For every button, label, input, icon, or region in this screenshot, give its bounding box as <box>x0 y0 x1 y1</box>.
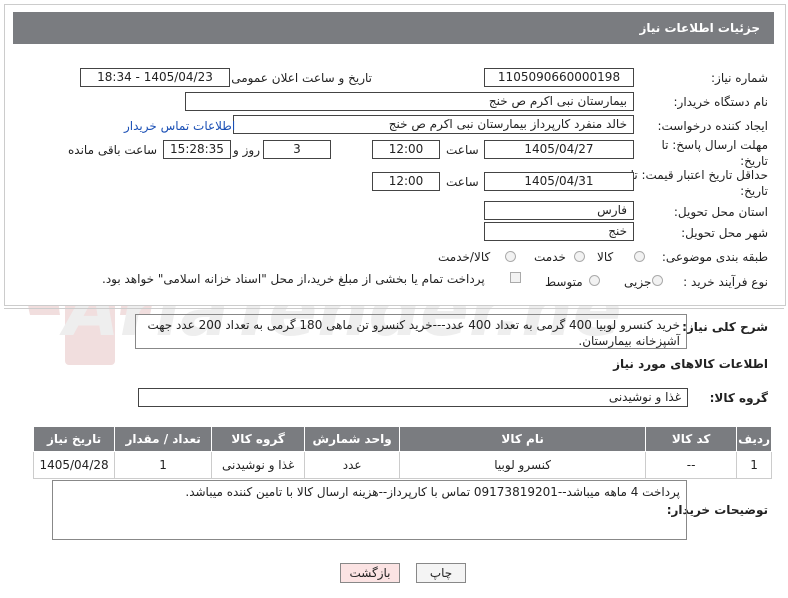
deadline-time-field: 12:00 <box>372 140 440 159</box>
col-item-code: کد کالا <box>645 426 738 452</box>
col-need-date: تاریخ نیاز <box>32 426 116 452</box>
description-label: شرح کلی نیاز: <box>682 320 768 334</box>
creator-field: خالد منفرد کارپرداز بیمارستان نبی اکرم ص… <box>233 115 634 134</box>
need-number-label: شماره نیاز: <box>711 71 768 85</box>
deadline-date-field: 1405/04/27 <box>484 140 634 159</box>
need-number-field: 1105090660000198 <box>484 68 634 87</box>
cell-need-date: 1405/04/28 <box>32 451 116 479</box>
buyer-org-label: نام دستگاه خریدار: <box>673 95 769 109</box>
table-row[interactable]: 1 -- کنسرو لوبیا عدد غذا و نوشیدنی 1 140… <box>32 451 772 479</box>
process-label: نوع فرآیند خرید : <box>683 275 768 289</box>
col-group: گروه کالا <box>211 426 306 452</box>
goods-section-title: اطلاعات کالاهای مورد نیاز <box>613 357 768 371</box>
buyer-org-field: بیمارستان نبی اکرم ص خنج <box>185 92 634 111</box>
category-radio-goods-service[interactable] <box>505 251 516 262</box>
category-option-goods-service: کالا/خدمت <box>438 250 491 264</box>
section-divider <box>4 308 784 309</box>
province-field: فارس <box>484 201 634 220</box>
city-field: خنج <box>484 222 634 241</box>
deadline-time-label: ساعت <box>446 143 479 157</box>
process-radio-medium[interactable] <box>589 275 600 286</box>
back-button[interactable]: بازگشت <box>340 563 400 583</box>
province-label: استان محل تحویل: <box>673 205 768 219</box>
table-header-row: ردیف کد کالا نام کالا واحد شمارش گروه کا… <box>32 426 772 452</box>
col-item-name: نام کالا <box>399 426 647 452</box>
price-validity-date-field: 1405/04/31 <box>484 172 634 191</box>
treasury-checkbox[interactable] <box>510 272 521 283</box>
description-textarea[interactable]: خرید کنسرو لوبیا 400 گرمی به تعداد 400 ع… <box>135 314 687 349</box>
print-button[interactable]: چاپ <box>416 563 466 583</box>
col-row-number: ردیف <box>736 426 772 452</box>
cell-unit: عدد <box>304 451 401 479</box>
contact-info-link[interactable]: اطلاعات تماس خریدار <box>124 119 235 133</box>
process-option-medium: متوسط <box>545 275 583 289</box>
remaining-time-field: 15:28:35 <box>163 140 231 159</box>
category-label: طبقه بندی موضوعی: <box>661 250 768 264</box>
cell-row-number: 1 <box>736 451 772 479</box>
buyer-notes-textarea[interactable]: پرداخت 4 ماهه میباشد--09173819201 تماس ب… <box>52 480 687 540</box>
remaining-label: ساعت باقی مانده <box>68 143 158 157</box>
cell-group: غذا و نوشیدنی <box>211 451 306 479</box>
announce-field: 1405/04/23 - 18:34 <box>80 68 230 87</box>
goods-group-label: گروه کالا: <box>709 391 768 405</box>
page-title: جزئیات اطلاعات نیاز <box>13 12 774 44</box>
creator-label: ایجاد کننده درخواست: <box>657 119 768 133</box>
category-radio-service[interactable] <box>574 251 585 262</box>
price-validity-time-label: ساعت <box>446 175 479 189</box>
col-quantity: تعداد / مقدار <box>114 426 213 452</box>
category-option-service: خدمت <box>534 250 566 264</box>
price-validity-time-field: 12:00 <box>372 172 440 191</box>
deadline-label: مهلت ارسال پاسخ: تا تاریخ: <box>661 138 768 168</box>
days-field: 3 <box>263 140 331 159</box>
announce-label: تاریخ و ساعت اعلان عمومی: <box>227 71 372 85</box>
days-label: روز و <box>233 143 260 157</box>
goods-group-field: غذا و نوشیدنی <box>138 388 688 407</box>
cell-item-name: کنسرو لوبیا <box>399 451 647 479</box>
process-option-minor: جزیی <box>624 275 652 289</box>
category-option-goods: کالا <box>597 250 614 264</box>
category-radio-goods[interactable] <box>634 251 645 262</box>
goods-table: ردیف کد کالا نام کالا واحد شمارش گروه کا… <box>32 426 772 479</box>
price-validity-label: حداقل تاریخ اعتبار قیمت: تا تاریخ: <box>630 168 768 198</box>
payment-note: پرداخت تمام یا بخشی از مبلغ خرید،از محل … <box>102 272 485 286</box>
process-radio-minor[interactable] <box>652 275 663 286</box>
cell-quantity: 1 <box>114 451 213 479</box>
city-label: شهر محل تحویل: <box>681 226 768 240</box>
col-unit: واحد شمارش <box>304 426 401 452</box>
cell-item-code: -- <box>645 451 738 479</box>
